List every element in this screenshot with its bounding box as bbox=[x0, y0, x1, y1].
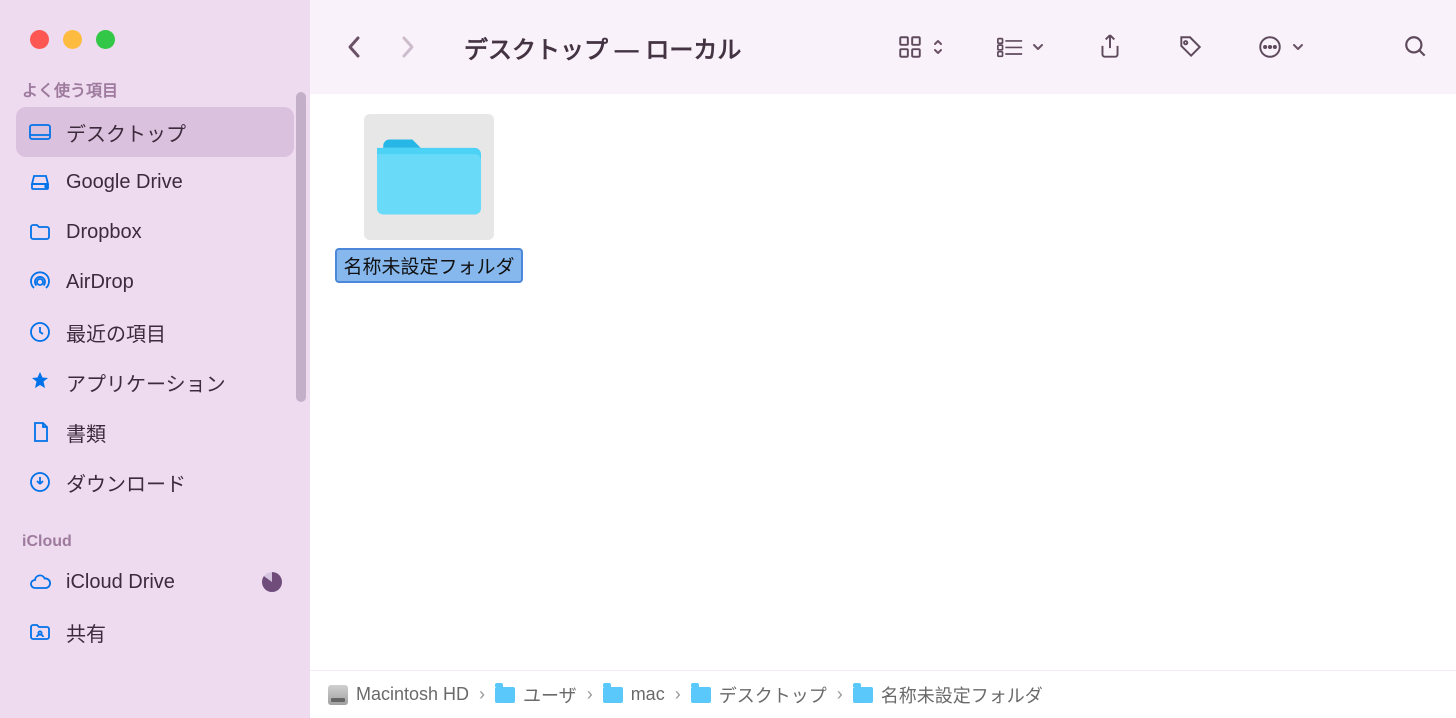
path-item-desktop[interactable]: デスクトップ bbox=[691, 682, 827, 708]
chevron-down-icon bbox=[1032, 43, 1044, 51]
toolbar: デスクトップ — ローカル bbox=[310, 0, 1456, 94]
clock-icon bbox=[28, 320, 52, 344]
path-label: mac bbox=[631, 684, 665, 705]
main-pane: デスクトップ — ローカル bbox=[310, 0, 1456, 718]
sidebar-scrollbar[interactable] bbox=[296, 92, 306, 402]
folder-icon bbox=[495, 687, 515, 703]
sidebar-item-label: AirDrop bbox=[66, 271, 282, 294]
sync-progress-icon bbox=[262, 572, 282, 592]
view-mode-button[interactable] bbox=[896, 33, 944, 61]
cloud-icon bbox=[28, 570, 52, 594]
path-separator: › bbox=[833, 684, 847, 705]
path-separator: › bbox=[671, 684, 685, 705]
sidebar-item-label: ダウンロード bbox=[66, 468, 282, 497]
grid-view-icon bbox=[896, 33, 924, 61]
search-icon bbox=[1402, 33, 1430, 61]
sidebar-item-label: アプリケーション bbox=[66, 368, 282, 397]
sidebar-section-icloud-title: iCloud bbox=[16, 529, 294, 557]
sidebar-item-label: デスクトップ bbox=[66, 118, 282, 147]
path-label: Macintosh HD bbox=[356, 684, 469, 705]
window-controls bbox=[16, 30, 294, 73]
chevron-down-icon bbox=[1292, 43, 1304, 51]
shared-folder-icon bbox=[28, 620, 52, 644]
file-item-folder[interactable]: 名称未設定フォルダ bbox=[334, 114, 524, 283]
share-button[interactable] bbox=[1096, 33, 1124, 61]
window-title: デスクトップ — ローカル bbox=[464, 30, 741, 65]
document-icon bbox=[28, 420, 52, 444]
folder-icon bbox=[603, 687, 623, 703]
folder-icon bbox=[364, 114, 494, 240]
group-by-button[interactable] bbox=[996, 33, 1044, 61]
sidebar-section-favorites-title: よく使う項目 bbox=[16, 73, 294, 107]
sidebar-item-recents[interactable]: 最近の項目 bbox=[16, 307, 294, 357]
forward-button[interactable] bbox=[390, 33, 426, 61]
folder-icon bbox=[691, 687, 711, 703]
download-icon bbox=[28, 470, 52, 494]
folder-icon bbox=[853, 687, 873, 703]
path-label: 名称未設定フォルダ bbox=[881, 682, 1043, 708]
search-button[interactable] bbox=[1402, 33, 1430, 61]
sidebar-item-label: Dropbox bbox=[66, 221, 282, 244]
close-window-button[interactable] bbox=[30, 30, 49, 49]
zoom-window-button[interactable] bbox=[96, 30, 115, 49]
applications-icon bbox=[28, 370, 52, 394]
harddrive-icon bbox=[28, 170, 52, 194]
back-button[interactable] bbox=[336, 33, 372, 61]
sidebar-item-documents[interactable]: 書類 bbox=[16, 407, 294, 457]
sidebar-item-label: Google Drive bbox=[66, 171, 282, 194]
path-bar: Macintosh HD › ユーザ › mac › デスクトップ › 名称未設… bbox=[310, 670, 1456, 718]
sidebar-item-dropbox[interactable]: Dropbox bbox=[16, 207, 294, 257]
file-grid[interactable]: 名称未設定フォルダ bbox=[310, 94, 1456, 670]
sidebar-item-label: 最近の項目 bbox=[66, 318, 282, 347]
sidebar-item-airdrop[interactable]: AirDrop bbox=[16, 257, 294, 307]
more-icon bbox=[1256, 33, 1284, 61]
file-label[interactable]: 名称未設定フォルダ bbox=[335, 248, 522, 283]
folder-icon bbox=[28, 220, 52, 244]
sidebar-item-shared[interactable]: 共有 bbox=[16, 607, 294, 657]
sidebar-item-google-drive[interactable]: Google Drive bbox=[16, 157, 294, 207]
path-item-current[interactable]: 名称未設定フォルダ bbox=[853, 682, 1043, 708]
minimize-window-button[interactable] bbox=[63, 30, 82, 49]
desktop-icon bbox=[28, 120, 52, 144]
tag-icon bbox=[1176, 33, 1204, 61]
sidebar-item-icloud-drive[interactable]: iCloud Drive bbox=[16, 557, 294, 607]
more-actions-button[interactable] bbox=[1256, 33, 1304, 61]
group-icon bbox=[996, 33, 1024, 61]
airdrop-icon bbox=[28, 270, 52, 294]
sidebar-item-desktop[interactable]: デスクトップ bbox=[16, 107, 294, 157]
sidebar-item-label: 書類 bbox=[66, 418, 282, 447]
sidebar-item-label: iCloud Drive bbox=[66, 571, 248, 594]
share-icon bbox=[1096, 33, 1124, 61]
path-label: デスクトップ bbox=[719, 682, 827, 708]
disk-icon bbox=[328, 685, 348, 705]
path-item-root[interactable]: Macintosh HD bbox=[328, 684, 469, 705]
updown-chevron-icon bbox=[932, 38, 944, 56]
sidebar-item-label: 共有 bbox=[66, 618, 282, 647]
sidebar-item-applications[interactable]: アプリケーション bbox=[16, 357, 294, 407]
sidebar: よく使う項目 デスクトップ Google Drive Dropbox AirDr… bbox=[0, 0, 310, 718]
path-label: ユーザ bbox=[523, 682, 577, 708]
path-separator: › bbox=[583, 684, 597, 705]
tags-button[interactable] bbox=[1176, 33, 1204, 61]
sidebar-item-downloads[interactable]: ダウンロード bbox=[16, 457, 294, 507]
path-separator: › bbox=[475, 684, 489, 705]
path-item-users[interactable]: ユーザ bbox=[495, 682, 577, 708]
path-item-home[interactable]: mac bbox=[603, 684, 665, 705]
